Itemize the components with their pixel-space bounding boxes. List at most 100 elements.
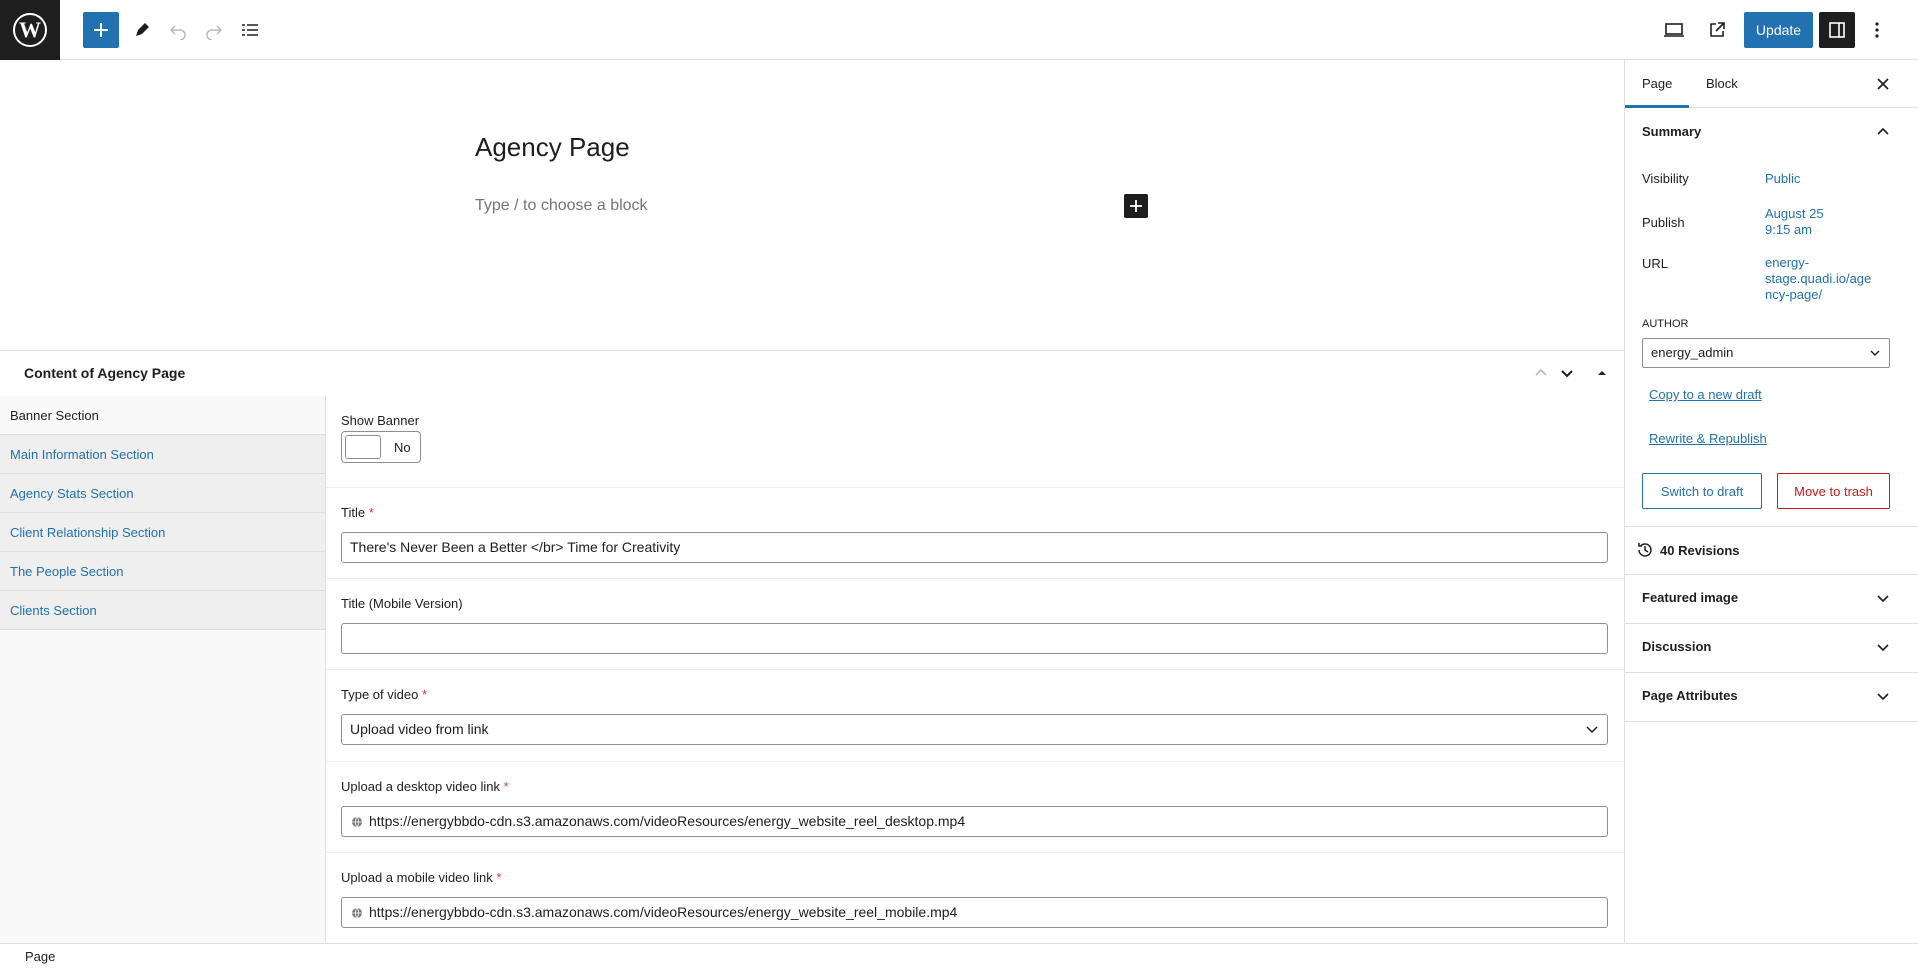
video-type-select[interactable]: Upload video from link xyxy=(341,714,1608,745)
copy-to-new-draft-link[interactable]: Copy to a new draft xyxy=(1649,387,1762,402)
sidebar-tabs: Page Block xyxy=(1625,60,1918,108)
redo-button[interactable] xyxy=(196,12,232,48)
meta-box: Content of Agency Page Banner Section Ma… xyxy=(0,350,1624,944)
update-button[interactable]: Update xyxy=(1744,12,1813,48)
undo-button[interactable] xyxy=(160,12,196,48)
page-attributes-panel-title[interactable]: Page Attributes xyxy=(1642,688,1738,703)
desktop-video-field: Upload a desktop video link * https://en… xyxy=(326,762,1624,853)
title-field: Title * There's Never Been a Better </br… xyxy=(326,488,1624,579)
inline-block-inserter[interactable] xyxy=(1124,194,1148,218)
meta-box-header: Content of Agency Page xyxy=(0,351,1624,396)
publish-label: Publish xyxy=(1642,215,1685,230)
summary-panel-title[interactable]: Summary xyxy=(1642,124,1701,139)
close-sidebar-button[interactable] xyxy=(1873,74,1893,97)
tab-banner-section[interactable]: Banner Section xyxy=(0,396,325,435)
settings-sidebar: Page Block Summary Visibility Public Pub… xyxy=(1624,60,1918,943)
desktop-video-label-text: Upload a desktop video link xyxy=(341,779,500,794)
external-link-icon xyxy=(1710,22,1725,37)
chevron-down-icon[interactable] xyxy=(1873,588,1893,608)
mobile-video-value: https://energybbdo-cdn.s3.amazonaws.com/… xyxy=(369,904,958,920)
revisions-link[interactable]: 40 Revisions xyxy=(1636,541,1740,559)
chevron-up-icon xyxy=(1535,368,1547,376)
title-mobile-field: Title (Mobile Version) xyxy=(326,579,1624,670)
divider xyxy=(1625,721,1918,722)
move-down-button[interactable] xyxy=(1557,363,1577,383)
collapse-meta-box-button[interactable] xyxy=(1592,363,1612,383)
desktop-video-value: https://energybbdo-cdn.s3.amazonaws.com/… xyxy=(369,813,966,829)
post-title[interactable]: Agency Page xyxy=(475,132,630,163)
mobile-video-field: Upload a mobile video link * https://ene… xyxy=(326,853,1624,944)
document-overview-button[interactable] xyxy=(232,12,268,48)
featured-image-panel-title[interactable]: Featured image xyxy=(1642,590,1738,605)
move-to-trash-button[interactable]: Move to trash xyxy=(1777,473,1890,509)
redo-icon xyxy=(206,25,223,40)
tab-the-people-section[interactable]: The People Section xyxy=(0,552,325,591)
show-banner-label: Show Banner xyxy=(341,413,420,428)
video-type-field: Type of video * Upload video from link xyxy=(326,670,1624,762)
chevron-down-icon[interactable] xyxy=(1873,637,1893,657)
breadcrumb[interactable]: Page xyxy=(25,949,55,964)
section-tabs: Banner Section Main Information Section … xyxy=(0,396,326,944)
meta-box-title: Content of Agency Page xyxy=(24,365,186,381)
desktop-preview-icon xyxy=(1664,23,1684,37)
publish-value[interactable]: August 25 9:15 am xyxy=(1765,206,1824,238)
banner-fields: Show Banner No Title * There's Never Bee… xyxy=(326,396,1624,944)
preview-button[interactable] xyxy=(1656,12,1692,48)
url-value[interactable]: energy- stage.quadi.io/age ncy-page/ xyxy=(1765,255,1871,303)
rewrite-republish-link[interactable]: Rewrite & Republish xyxy=(1649,431,1767,446)
title-input[interactable]: There's Never Been a Better </br> Time f… xyxy=(341,532,1608,563)
tab-client-relationship-section[interactable]: Client Relationship Section xyxy=(0,513,325,552)
add-block-button[interactable] xyxy=(83,12,119,48)
divider xyxy=(1625,574,1918,575)
tab-clients-section[interactable]: Clients Section xyxy=(0,591,325,630)
video-type-value: Upload video from link xyxy=(350,721,489,737)
discussion-panel-title[interactable]: Discussion xyxy=(1642,639,1711,654)
chevron-up-icon[interactable] xyxy=(1873,122,1893,142)
view-page-button[interactable] xyxy=(1699,12,1735,48)
mobile-video-input[interactable]: https://energybbdo-cdn.s3.amazonaws.com/… xyxy=(341,897,1608,928)
divider xyxy=(1625,672,1918,673)
author-select[interactable]: energy_admin xyxy=(1642,338,1890,368)
toggle-state: No xyxy=(394,440,411,455)
visibility-label: Visibility xyxy=(1642,171,1689,186)
move-up-button[interactable] xyxy=(1531,363,1551,383)
visibility-value[interactable]: Public xyxy=(1765,171,1800,187)
more-options-button[interactable] xyxy=(1859,12,1895,48)
toggle-knob xyxy=(345,435,381,459)
chevron-down-icon[interactable] xyxy=(1873,686,1893,706)
tab-agency-stats-section[interactable]: Agency Stats Section xyxy=(0,474,325,513)
show-banner-field: Show Banner No xyxy=(326,396,1624,488)
undo-icon xyxy=(169,25,186,40)
required-marker: * xyxy=(503,779,509,794)
title-label-text: Title xyxy=(341,505,366,520)
block-placeholder[interactable]: Type / to choose a block xyxy=(475,197,648,215)
divider xyxy=(1625,623,1918,624)
more-options-icon xyxy=(1875,22,1879,38)
title-mobile-input[interactable] xyxy=(341,623,1608,654)
tab-main-information-section[interactable]: Main Information Section xyxy=(0,435,325,474)
desktop-video-input[interactable]: https://energybbdo-cdn.s3.amazonaws.com/… xyxy=(341,806,1608,837)
history-icon xyxy=(1638,543,1652,557)
caret-up-icon xyxy=(1598,371,1606,375)
settings-toggle-button[interactable] xyxy=(1819,12,1855,48)
tab-block[interactable]: Block xyxy=(1706,76,1738,91)
switch-to-draft-button[interactable]: Switch to draft xyxy=(1642,473,1762,509)
show-banner-toggle[interactable]: No xyxy=(341,431,421,463)
publish-time: 9:15 am xyxy=(1765,222,1812,237)
desktop-video-label: Upload a desktop video link * xyxy=(341,779,509,794)
tools-button[interactable] xyxy=(124,12,160,48)
active-tab-indicator xyxy=(1625,105,1689,108)
divider xyxy=(1625,526,1918,527)
chevron-down-icon xyxy=(1870,350,1880,356)
wordpress-logo[interactable]: W xyxy=(0,0,60,60)
publish-date: August 25 xyxy=(1765,206,1824,221)
tab-page[interactable]: Page xyxy=(1642,76,1672,91)
plus-icon xyxy=(1130,200,1142,212)
required-marker: * xyxy=(421,687,428,702)
author-label: AUTHOR xyxy=(1642,318,1689,330)
globe-icon xyxy=(352,907,362,919)
revisions-label: 40 Revisions xyxy=(1660,542,1740,558)
mobile-video-label: Upload a mobile video link * xyxy=(341,870,501,885)
required-marker: * xyxy=(368,505,374,520)
video-type-label: Type of video * xyxy=(341,687,427,702)
